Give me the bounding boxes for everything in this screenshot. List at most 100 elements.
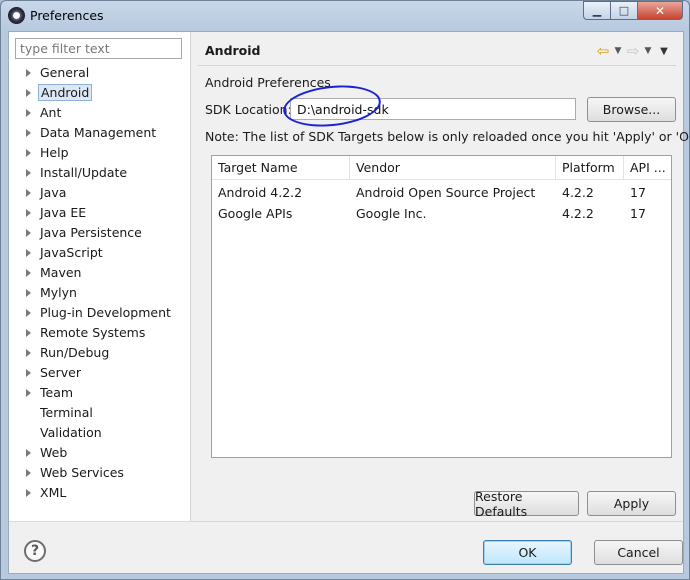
tree-item[interactable]: Data Management [9,123,191,143]
page-navigation: ⇦ ▼ ⇨ ▼ ▼ [595,42,673,60]
tree-item[interactable]: Remote Systems [9,323,191,343]
tree-item-label: Maven [40,265,82,280]
sdk-targets-table[interactable]: Target Name Vendor Platform API ... Andr… [211,155,672,458]
tree-item-label: XML [40,485,67,500]
expand-arrow-icon[interactable] [26,109,31,117]
cell-api: 17 [630,185,646,200]
tree-item[interactable]: Java Persistence [9,223,191,243]
expand-arrow-icon[interactable] [26,69,31,77]
tree-item[interactable]: Plug-in Development [9,303,191,323]
expand-arrow-icon[interactable] [26,169,31,177]
preferences-tree: General Android Ant Data Management Help Inst… [9,63,191,503]
maximize-button[interactable]: □ [610,1,637,20]
tree-item[interactable]: Ant [9,103,191,123]
tree-item[interactable]: Server [9,363,191,383]
preferences-nav-pane: General Android Ant Data Management Help Inst… [9,32,191,521]
expand-arrow-icon[interactable] [26,249,31,257]
ok-button[interactable]: OK [483,540,572,565]
tree-item-label: Java Persistence [40,225,142,240]
tree-item-label: Plug-in Development [40,305,171,320]
tree-item[interactable]: Maven [9,263,191,283]
eclipse-app-icon [8,7,25,24]
restore-defaults-button[interactable]: Restore Defaults [474,489,579,519]
tree-item-label: Run/Debug [40,345,110,360]
expand-arrow-icon[interactable] [26,149,31,157]
tree-item-label: Android [38,84,93,101]
cell-platform: 4.2.2 [562,185,594,200]
tree-item-label: Help [40,145,69,160]
preferences-window: Preferences ▁ □ ✕ General Android Ant Data … [0,0,690,580]
expand-arrow-icon[interactable] [26,469,31,477]
expand-arrow-icon[interactable] [26,309,31,317]
expand-arrow-icon[interactable] [26,289,31,297]
tree-item-label: Terminal [40,405,93,420]
view-menu-icon[interactable]: ▼ [655,46,673,57]
tree-item-label: Data Management [40,125,157,140]
expand-arrow-icon[interactable] [26,369,31,377]
cell-api: 17 [630,206,646,221]
title-separator [198,65,676,66]
tree-item[interactable]: JavaScript [9,243,191,263]
tree-item-label: Java [40,185,67,200]
sdk-location-input[interactable] [290,98,576,120]
tree-item[interactable]: Java EE [9,203,191,223]
title-bar[interactable]: Preferences ▁ □ ✕ [1,1,689,31]
apply-button[interactable]: Apply [587,491,676,516]
expand-arrow-icon[interactable] [26,189,31,197]
close-button[interactable]: ✕ [637,1,683,20]
back-arrow-icon[interactable]: ⇦ [595,42,611,60]
tree-item[interactable]: Web [9,443,191,463]
tree-item[interactable]: Help [9,143,191,163]
tree-item-label: Mylyn [40,285,77,300]
expand-arrow-icon[interactable] [26,329,31,337]
page-title: Android [205,43,261,58]
expand-arrow-icon[interactable] [26,389,31,397]
column-header-api[interactable]: API ... [624,156,671,180]
column-header-vendor[interactable]: Vendor [350,156,556,180]
forward-dropdown-icon[interactable]: ▼ [641,46,655,56]
preference-page: Android ⇦ ▼ ⇨ ▼ ▼ Android Preferences SD… [192,32,690,521]
back-dropdown-icon[interactable]: ▼ [611,46,625,56]
cell-vendor: Google Inc. [356,206,427,221]
tree-item[interactable]: Web Services [9,463,191,483]
column-header-platform[interactable]: Platform [556,156,624,180]
expand-arrow-icon[interactable] [26,209,31,217]
tree-item-label: Java EE [40,205,87,220]
sdk-location-label: SDK Location: [205,102,292,117]
tree-item-label: Install/Update [40,165,128,180]
browse-button[interactable]: Browse... [587,97,676,122]
table-row[interactable]: Android 4.2.2 Android Open Source Projec… [212,182,671,203]
expand-arrow-icon[interactable] [26,129,31,137]
tree-item[interactable]: Mylyn [9,283,191,303]
tree-item[interactable]: Run/Debug [9,343,191,363]
filter-input[interactable] [15,38,182,59]
window-title: Preferences [30,8,104,23]
column-header-target-name[interactable]: Target Name [212,156,350,180]
expand-arrow-icon[interactable] [26,229,31,237]
tree-item[interactable]: Java [9,183,191,203]
tree-item-label: JavaScript [40,245,103,260]
cell-vendor: Android Open Source Project [356,185,536,200]
minimize-button[interactable]: ▁ [583,1,610,20]
tree-item-label: General [40,65,90,80]
tree-item[interactable]: Install/Update [9,163,191,183]
tree-item[interactable]: Android [9,83,191,103]
expand-arrow-icon[interactable] [26,349,31,357]
tree-item-label: Server [40,365,81,380]
expand-arrow-icon[interactable] [26,89,31,97]
table-row[interactable]: Google APIs Google Inc. 4.2.2 17 [212,203,671,224]
expand-arrow-icon[interactable] [26,269,31,277]
tree-item[interactable]: General [9,63,191,83]
dialog-client-area: General Android Ant Data Management Help Inst… [8,31,690,574]
section-label: Android Preferences [205,75,331,90]
expand-arrow-icon[interactable] [26,489,31,497]
cancel-button[interactable]: Cancel [594,540,683,565]
tree-item[interactable]: Validation [9,423,191,443]
forward-arrow-icon[interactable]: ⇨ [625,42,641,60]
expand-arrow-icon[interactable] [26,449,31,457]
tree-item-label: Team [40,385,74,400]
help-icon[interactable]: ? [24,540,46,562]
tree-item[interactable]: XML [9,483,191,503]
tree-item[interactable]: Terminal [9,403,191,423]
tree-item[interactable]: Team [9,383,191,403]
